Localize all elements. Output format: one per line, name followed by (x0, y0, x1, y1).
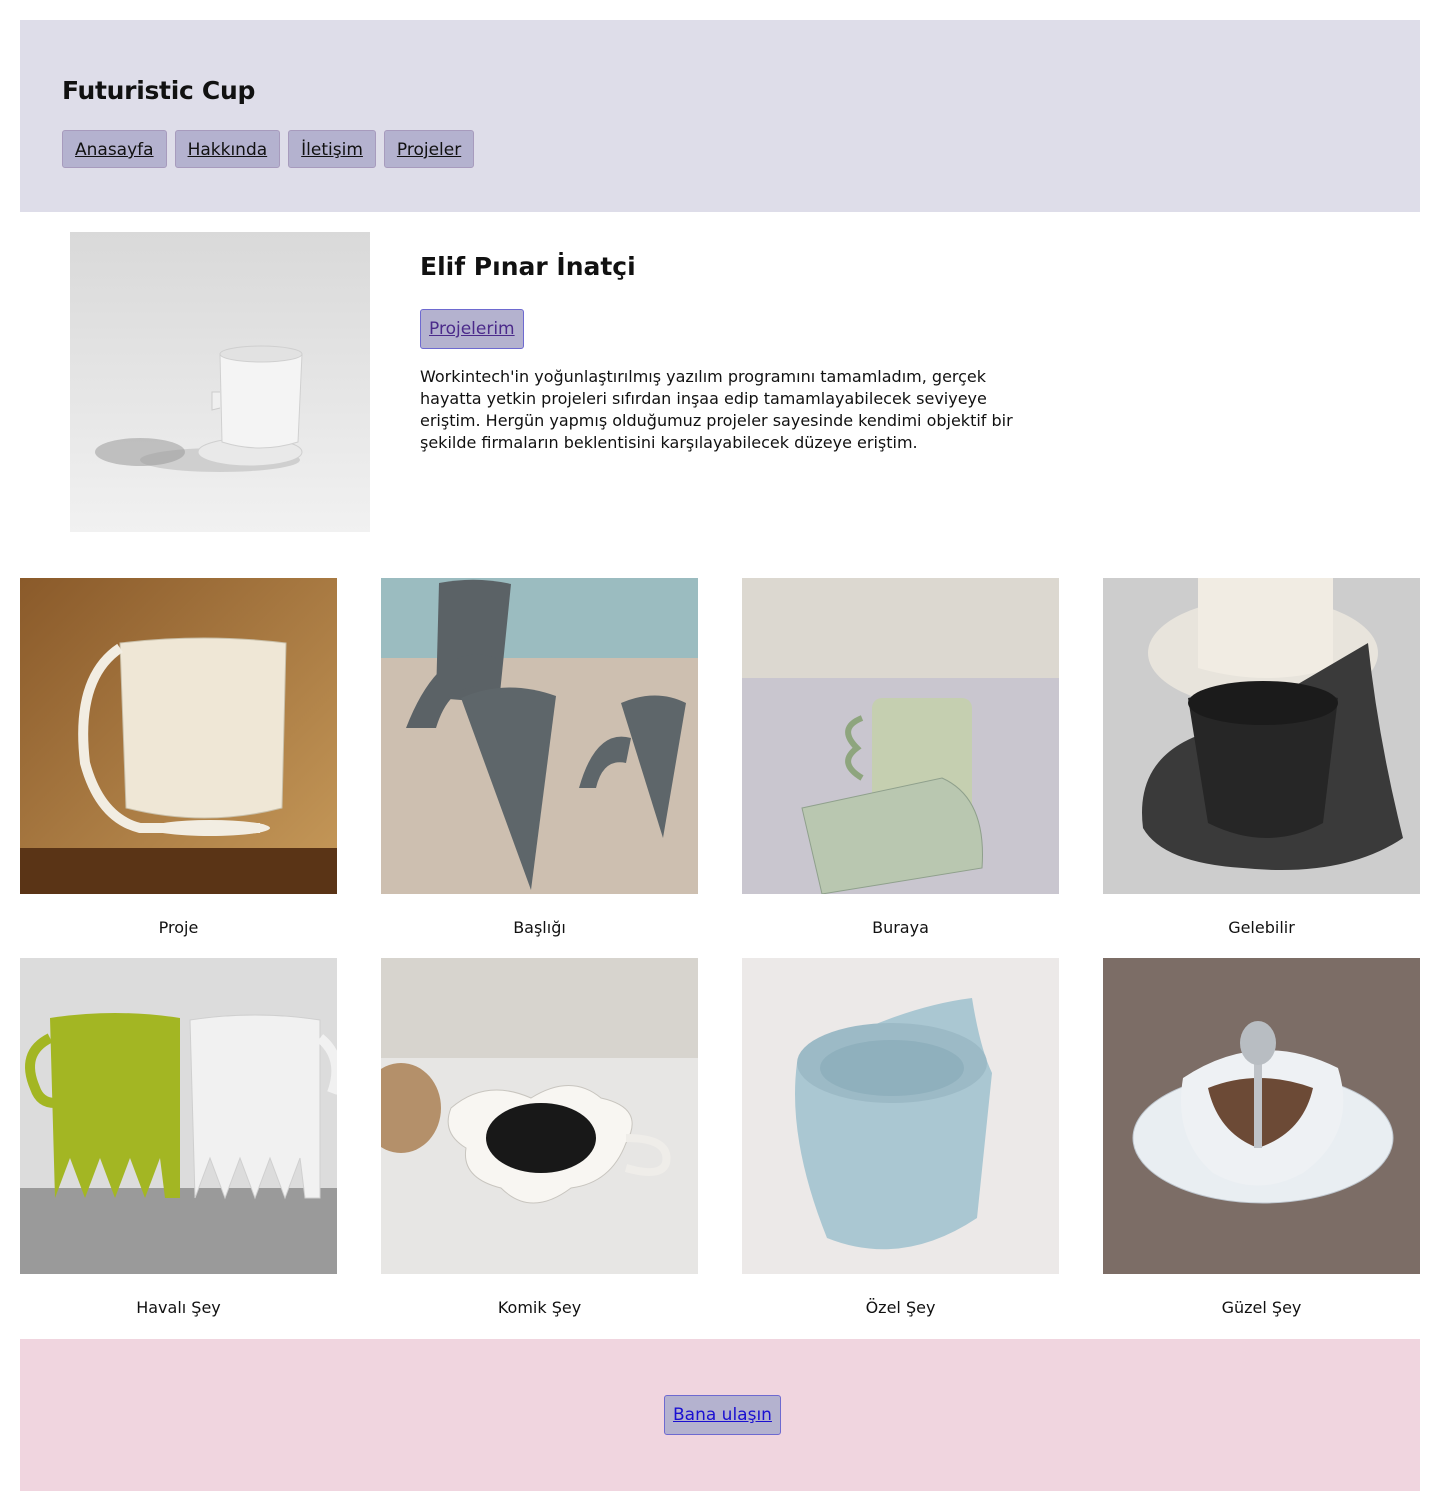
project-card[interactable]: Güzel Şey (1103, 958, 1420, 1318)
project-card[interactable]: Gelebilir (1103, 578, 1420, 938)
site-header: Futuristic Cup Anasayfa Hakkında İletişi… (20, 20, 1420, 212)
profile-image (70, 232, 370, 532)
project-card[interactable]: Özel Şey (742, 958, 1059, 1318)
project-title: Başlığı (513, 918, 566, 937)
project-card[interactable]: Buraya (742, 578, 1059, 938)
project-title: Komik Şey (497, 1298, 582, 1317)
profile-bio: Workintech'in yoğunlaştırılmış yazılım p… (420, 367, 1013, 452)
project-card[interactable]: Proje (20, 578, 337, 938)
project-image[interactable] (381, 578, 698, 894)
project-card[interactable]: Havalı Şey (20, 958, 337, 1318)
my-projects-button[interactable]: Projelerim (420, 309, 524, 349)
project-card[interactable]: Komik Şey (381, 958, 698, 1318)
project-title: Gelebilir (1228, 918, 1295, 937)
project-image[interactable] (742, 578, 1059, 894)
project-image[interactable] (1103, 958, 1420, 1274)
project-title: Buraya (872, 918, 929, 937)
project-image[interactable] (1103, 578, 1420, 894)
project-title: Havalı Şey (136, 1298, 221, 1317)
project-image[interactable] (381, 958, 698, 1274)
nav-link-projeler[interactable]: Projeler (383, 130, 475, 168)
project-image[interactable] (20, 958, 337, 1274)
site-title: Futuristic Cup (62, 76, 256, 105)
main-nav: Anasayfa Hakkında İletişim Projeler (62, 130, 475, 168)
site-footer: Bana ulaşın (20, 1339, 1420, 1491)
nav-link-anasayfa[interactable]: Anasayfa (62, 130, 167, 168)
project-image[interactable] (742, 958, 1059, 1274)
project-title: Özel Şey (865, 1298, 936, 1317)
contact-button[interactable]: Bana ulaşın (664, 1395, 781, 1435)
profile-name: Elif Pınar İnatçi (420, 252, 636, 281)
project-card[interactable]: Başlığı (381, 578, 698, 938)
project-title: Güzel Şey (1221, 1298, 1302, 1317)
nav-link-hakkinda[interactable]: Hakkında (174, 130, 281, 168)
project-title: Proje (158, 918, 199, 937)
nav-link-iletisim[interactable]: İletişim (288, 130, 376, 168)
project-image[interactable] (20, 578, 337, 894)
